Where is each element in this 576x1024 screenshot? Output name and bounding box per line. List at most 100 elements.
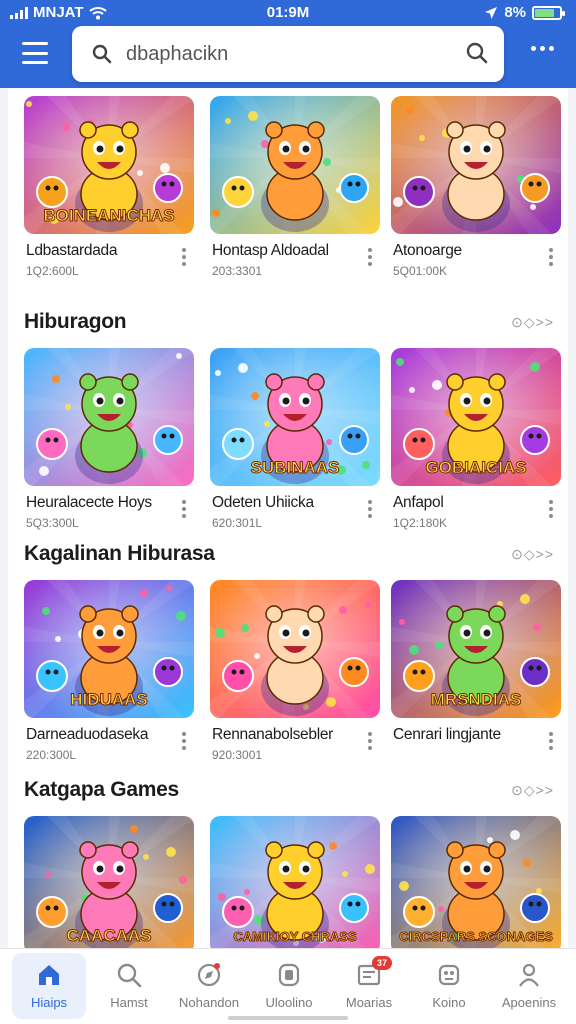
- nav-label: Hamst: [110, 995, 148, 1010]
- nav-item-home[interactable]: Hiaips: [8, 949, 90, 1024]
- game-title: Cenrari lingjante: [393, 726, 501, 743]
- game-card[interactable]: SUBINAAS Odeten Uhiicka 620:301L: [210, 348, 380, 538]
- section-2: Kagalinan Hiburasa ⊙◇>> HIDUAAS Darneaduoda…: [8, 542, 568, 762]
- nav-label: Apoenins: [501, 995, 557, 1010]
- game-title: Atonoarge: [393, 242, 462, 259]
- search-icon: [115, 961, 143, 989]
- search-icon: [117, 963, 142, 988]
- game-thumbnail[interactable]: SUBINAAS: [210, 348, 380, 486]
- see-more-link[interactable]: ⊙◇>>: [511, 782, 554, 799]
- game-card[interactable]: MRSNDIAS Cenrari lingjante: [391, 580, 561, 770]
- section-header: Katgapa Games ⊙◇>>: [24, 778, 554, 808]
- search-submit-icon[interactable]: [466, 42, 488, 64]
- game-card[interactable]: Atonoarge 5Q01:00K: [391, 96, 561, 286]
- game-thumbnail[interactable]: HIDUAAS: [24, 580, 194, 718]
- game-card[interactable]: CAMIKIOY CHRASS: [210, 816, 380, 948]
- gamepad-icon: [275, 961, 303, 989]
- section-header: Kagalinan Hiburasa ⊙◇>>: [24, 542, 554, 572]
- game-thumbnail[interactable]: CAMIKIOY CHRASS: [210, 816, 380, 948]
- nav-label: Hiaips: [30, 995, 68, 1010]
- more-options-button[interactable]: [531, 46, 554, 51]
- game-card[interactable]: Heuralacecte Hoys 5Q3:300L: [24, 348, 194, 538]
- kebab-menu-icon[interactable]: [182, 248, 186, 266]
- adventurer-characters: CAACAAS: [24, 816, 194, 948]
- kebab-menu-icon[interactable]: [549, 248, 553, 266]
- game-card[interactable]: Hontasp Aldoadal 203:3301: [210, 96, 380, 286]
- game-title: Anfapol: [393, 494, 444, 511]
- nav-label: Nohandon: [179, 995, 239, 1010]
- nav-item-profile[interactable]: Apoenins: [488, 949, 570, 1024]
- compass-icon: [197, 963, 221, 987]
- game-card[interactable]: CAACAAS: [24, 816, 194, 948]
- game-art-title: CIRCSPARS SCONAGES: [399, 929, 553, 944]
- nav-label: Koino: [432, 995, 466, 1010]
- guitar-character: BOINEANICHAS: [24, 96, 194, 234]
- crowd-characters: MRSNDIAS: [391, 580, 561, 718]
- kebab-menu-icon[interactable]: [182, 732, 186, 750]
- game-title: Odeten Uhiicka: [212, 494, 314, 511]
- game-thumbnail[interactable]: [210, 96, 380, 234]
- nav-label: Moarias: [345, 995, 393, 1010]
- game-card[interactable]: Rennanabolsebler 920:3001: [210, 580, 380, 770]
- game-card[interactable]: GOBIAICIAS Anfapol 1Q2:180K: [391, 348, 561, 538]
- section-1: Hiburagon ⊙◇>> Heuralacecte Hoys 5Q3:300L SU…: [8, 310, 568, 530]
- game-meta: 203:3301: [212, 264, 263, 278]
- notification-badge: 37: [372, 956, 392, 970]
- see-more-link[interactable]: ⊙◇>>: [511, 546, 554, 563]
- nav-item-game-controller[interactable]: Koino: [408, 949, 490, 1024]
- section-title: Hiburagon: [24, 310, 127, 333]
- game-controller-icon: [438, 964, 460, 986]
- search-input[interactable]: [126, 26, 446, 82]
- game-thumbnail[interactable]: [210, 580, 380, 718]
- game-card[interactable]: HIDUAAS Darneaduodaseka 220:300L: [24, 580, 194, 770]
- menu-button[interactable]: [20, 40, 50, 66]
- game-title: Darneaduodaseka: [26, 726, 149, 743]
- nav-item-gamepad[interactable]: Uloolino: [248, 949, 330, 1024]
- kebab-menu-icon[interactable]: [549, 732, 553, 750]
- home-icon: [35, 961, 63, 989]
- game-thumbnail[interactable]: GOBIAICIAS: [391, 348, 561, 486]
- kebab-menu-icon[interactable]: [368, 732, 372, 750]
- game-thumbnail[interactable]: CIRCSPARS SCONAGES: [391, 816, 561, 948]
- battery-icon: [532, 5, 565, 20]
- nav-item-inbox[interactable]: Moarias 37: [328, 949, 410, 1024]
- section-title: Katgapa Games: [24, 778, 179, 801]
- battery-percent: 8%: [504, 4, 526, 21]
- game-thumbnail[interactable]: MRSNDIAS: [391, 580, 561, 718]
- kebab-menu-icon[interactable]: [182, 500, 186, 518]
- green-frog-character: HIDUAAS: [24, 580, 194, 718]
- game-art-title: HIDUAAS: [70, 690, 147, 709]
- gamepad-icon: [278, 963, 300, 987]
- game-thumbnail[interactable]: BOINEANICHAS: [24, 96, 194, 234]
- game-card[interactable]: BOINEANICHAS Ldbastardada 1Q2:600L: [24, 96, 194, 286]
- game-title: Rennanabolsebler: [212, 726, 334, 743]
- kebab-menu-icon[interactable]: [368, 248, 372, 266]
- game-feed[interactable]: BOINEANICHAS Ldbastardada 1Q2:600L Hontasp …: [8, 88, 568, 948]
- section-3: Katgapa Games ⊙◇>> CAACAAS CAMIKIOY CHRASS C…: [8, 778, 568, 948]
- game-meta: 620:301L: [212, 516, 263, 530]
- cat-hero-character: GOBIAICIAS: [391, 348, 561, 486]
- game-thumbnail[interactable]: [24, 348, 194, 486]
- game-meta: 5Q01:00K: [393, 264, 448, 278]
- game-meta: 220:300L: [26, 748, 77, 762]
- nav-item-compass[interactable]: Nohandon: [168, 949, 250, 1024]
- profile-icon: [519, 963, 539, 987]
- game-art-title: SUBINAAS: [251, 458, 340, 477]
- game-meta: 920:3001: [212, 748, 263, 762]
- game-art-title: CAACAAS: [67, 926, 152, 945]
- see-more-link[interactable]: ⊙◇>>: [511, 314, 554, 331]
- nav-item-search[interactable]: Hamst: [88, 949, 170, 1024]
- game-card[interactable]: CIRCSPARS SCONAGES: [391, 816, 561, 948]
- game-art-title: MRSNDIAS: [431, 690, 522, 709]
- bear-character: [391, 96, 561, 234]
- top-app-bar: MNJAT 01:9M 8%: [0, 0, 576, 88]
- kebab-menu-icon[interactable]: [368, 500, 372, 518]
- party-characters: CIRCSPARS SCONAGES: [391, 816, 561, 948]
- game-thumbnail[interactable]: CAACAAS: [24, 816, 194, 948]
- game-meta: 1Q2:180K: [393, 516, 448, 530]
- yellow-creature-character: [210, 580, 380, 718]
- kebab-menu-icon[interactable]: [549, 500, 553, 518]
- game-thumbnail[interactable]: [391, 96, 561, 234]
- search-bar[interactable]: [72, 26, 504, 82]
- game-art-title: GOBIAICIAS: [425, 458, 526, 477]
